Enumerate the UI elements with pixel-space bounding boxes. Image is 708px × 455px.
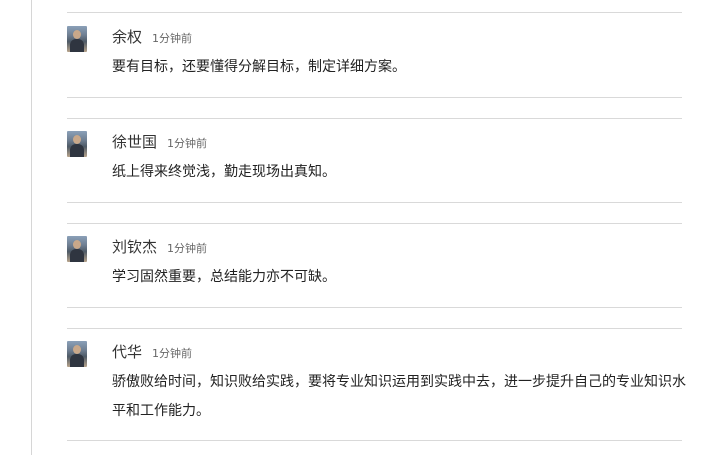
top-divider xyxy=(67,12,682,13)
avatar-head xyxy=(73,345,81,354)
avatar[interactable] xyxy=(67,26,87,52)
avatar-body xyxy=(70,354,84,367)
avatar-head xyxy=(73,240,81,249)
comment-list-page: 余权 1分钟前 要有目标，还要懂得分解目标，制定详细方案。 徐世国 1分钟前 纸… xyxy=(0,0,708,455)
comment-divider xyxy=(67,440,682,441)
avatar[interactable] xyxy=(67,341,87,367)
comment-divider xyxy=(67,97,682,98)
avatar-head xyxy=(73,30,81,39)
comment-content: 骄傲败给时间，知识败给实践，要将专业知识运用到实践中去，进一步提升自己的专业知识… xyxy=(112,374,686,419)
comment-author[interactable]: 刘钦杰 xyxy=(112,236,157,257)
avatar-head xyxy=(73,135,81,144)
comment-meta: 徐世国 1分钟前 xyxy=(112,131,207,153)
avatar[interactable] xyxy=(67,131,87,157)
comment-time: 1分钟前 xyxy=(152,32,193,45)
comment-divider xyxy=(67,202,682,203)
comment-time: 1分钟前 xyxy=(167,137,208,150)
comment-meta: 刘钦杰 1分钟前 xyxy=(112,236,207,258)
comment-time: 1分钟前 xyxy=(152,347,193,360)
comment-content: 要有目标，还要懂得分解目标，制定详细方案。 xyxy=(112,59,406,75)
left-border xyxy=(31,0,32,455)
avatar-body xyxy=(70,39,84,52)
section-divider xyxy=(67,118,682,119)
avatar[interactable] xyxy=(67,236,87,262)
comment-author[interactable]: 余权 xyxy=(112,26,142,47)
comment-meta: 代华 1分钟前 xyxy=(112,341,192,363)
section-divider xyxy=(67,223,682,224)
section-divider xyxy=(67,328,682,329)
comment-meta: 余权 1分钟前 xyxy=(112,26,192,48)
comment-divider xyxy=(67,307,682,308)
comment-author[interactable]: 徐世国 xyxy=(112,131,157,152)
avatar-body xyxy=(70,249,84,262)
comment-author[interactable]: 代华 xyxy=(112,341,142,362)
comment-content: 纸上得来终觉浅，勤走现场出真知。 xyxy=(112,164,336,180)
comment-time: 1分钟前 xyxy=(167,242,208,255)
comment-content: 学习固然重要，总结能力亦不可缺。 xyxy=(112,269,336,285)
avatar-body xyxy=(70,144,84,157)
